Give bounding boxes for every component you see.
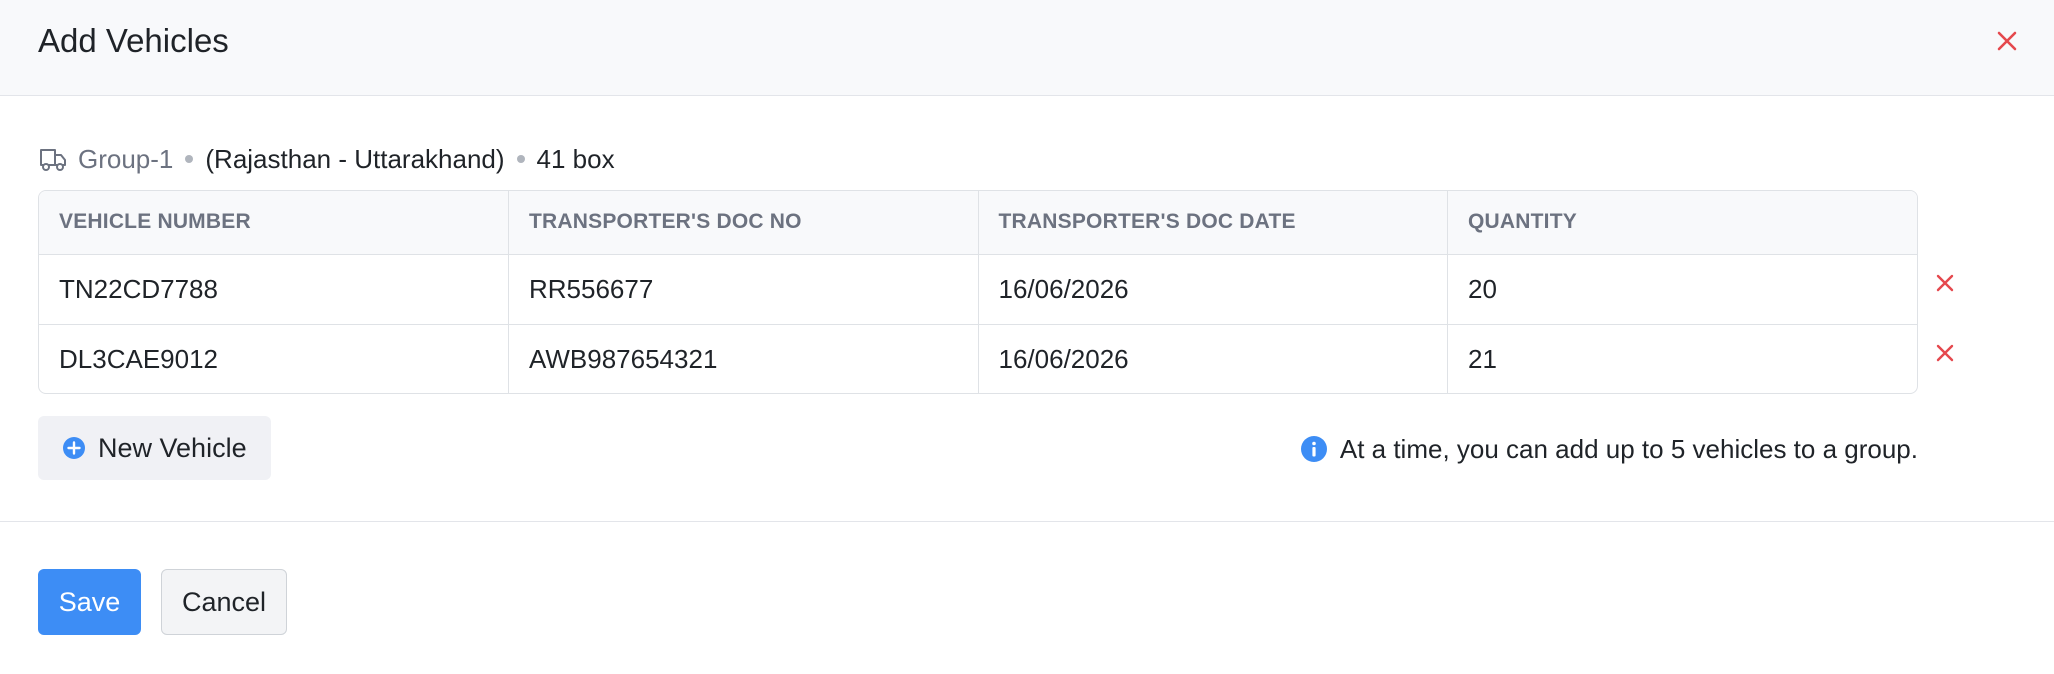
table-row: TN22CD7788 RR556677 16/06/2026 20 [39,254,1917,324]
doc-no-cell[interactable]: AWB987654321 [508,324,979,393]
doc-date-cell[interactable]: 16/06/2026 [978,324,1448,393]
doc-no-cell[interactable]: RR556677 [508,254,979,324]
column-header-doc-no: TRANSPORTER'S DOC NO [508,191,979,254]
add-vehicles-modal: Add Vehicles Group-1 (Rajasthan - Uttara… [0,0,2054,674]
modal-header: Add Vehicles [0,0,2054,96]
close-button[interactable] [1990,24,2024,58]
quantity-cell[interactable]: 20 [1448,254,1918,324]
separator-dot [185,155,194,163]
close-icon [1997,31,2017,51]
info-text: At a time, you can add up to 5 vehicles … [1339,433,1918,464]
doc-date-cell[interactable]: 16/06/2026 [978,254,1448,324]
column-header-vehicle-number: VEHICLE NUMBER [39,191,509,254]
save-button[interactable]: Save [38,569,141,635]
vehicles-table: VEHICLE NUMBER TRANSPORTER'S DOC NO TRAN… [38,190,1918,394]
group-route: (Rajasthan - Uttarakhand) [205,143,505,174]
new-vehicle-button[interactable]: New Vehicle [38,416,271,480]
remove-row-button[interactable] [1930,268,1960,298]
footer-divider [0,521,2054,522]
modal-title: Add Vehicles [38,22,229,59]
separator-dot [516,155,525,163]
cancel-button[interactable]: Cancel [161,569,287,635]
column-header-quantity: QUANTITY [1468,210,1577,234]
vehicle-limit-info: At a time, you can add up to 5 vehicles … [1300,432,1918,466]
truck-icon [38,145,68,173]
vehicle-number-cell[interactable]: DL3CAE9012 [39,324,509,393]
remove-row-button[interactable] [1930,338,1960,368]
new-vehicle-label: New Vehicle [98,432,247,463]
remove-row-icon [1936,344,1954,362]
column-header-doc-date: TRANSPORTER'S DOC DATE [978,191,1448,254]
table-row: DL3CAE9012 AWB987654321 16/06/2026 21 [39,324,1918,393]
table-header-row: VEHICLE NUMBER TRANSPORTER'S DOC NO TRAN… [39,191,1917,254]
group-box-count: 41 box [536,143,615,174]
plus-circle-icon [62,436,86,460]
quantity-cell[interactable]: 21 [1448,324,1918,393]
group-summary: Group-1 (Rajasthan - Uttarakhand) 41 box [38,142,615,176]
vehicle-number-cell[interactable]: TN22CD7788 [39,254,509,324]
group-name: Group-1 [78,143,174,174]
remove-row-icon [1936,274,1954,292]
info-icon [1300,435,1328,463]
